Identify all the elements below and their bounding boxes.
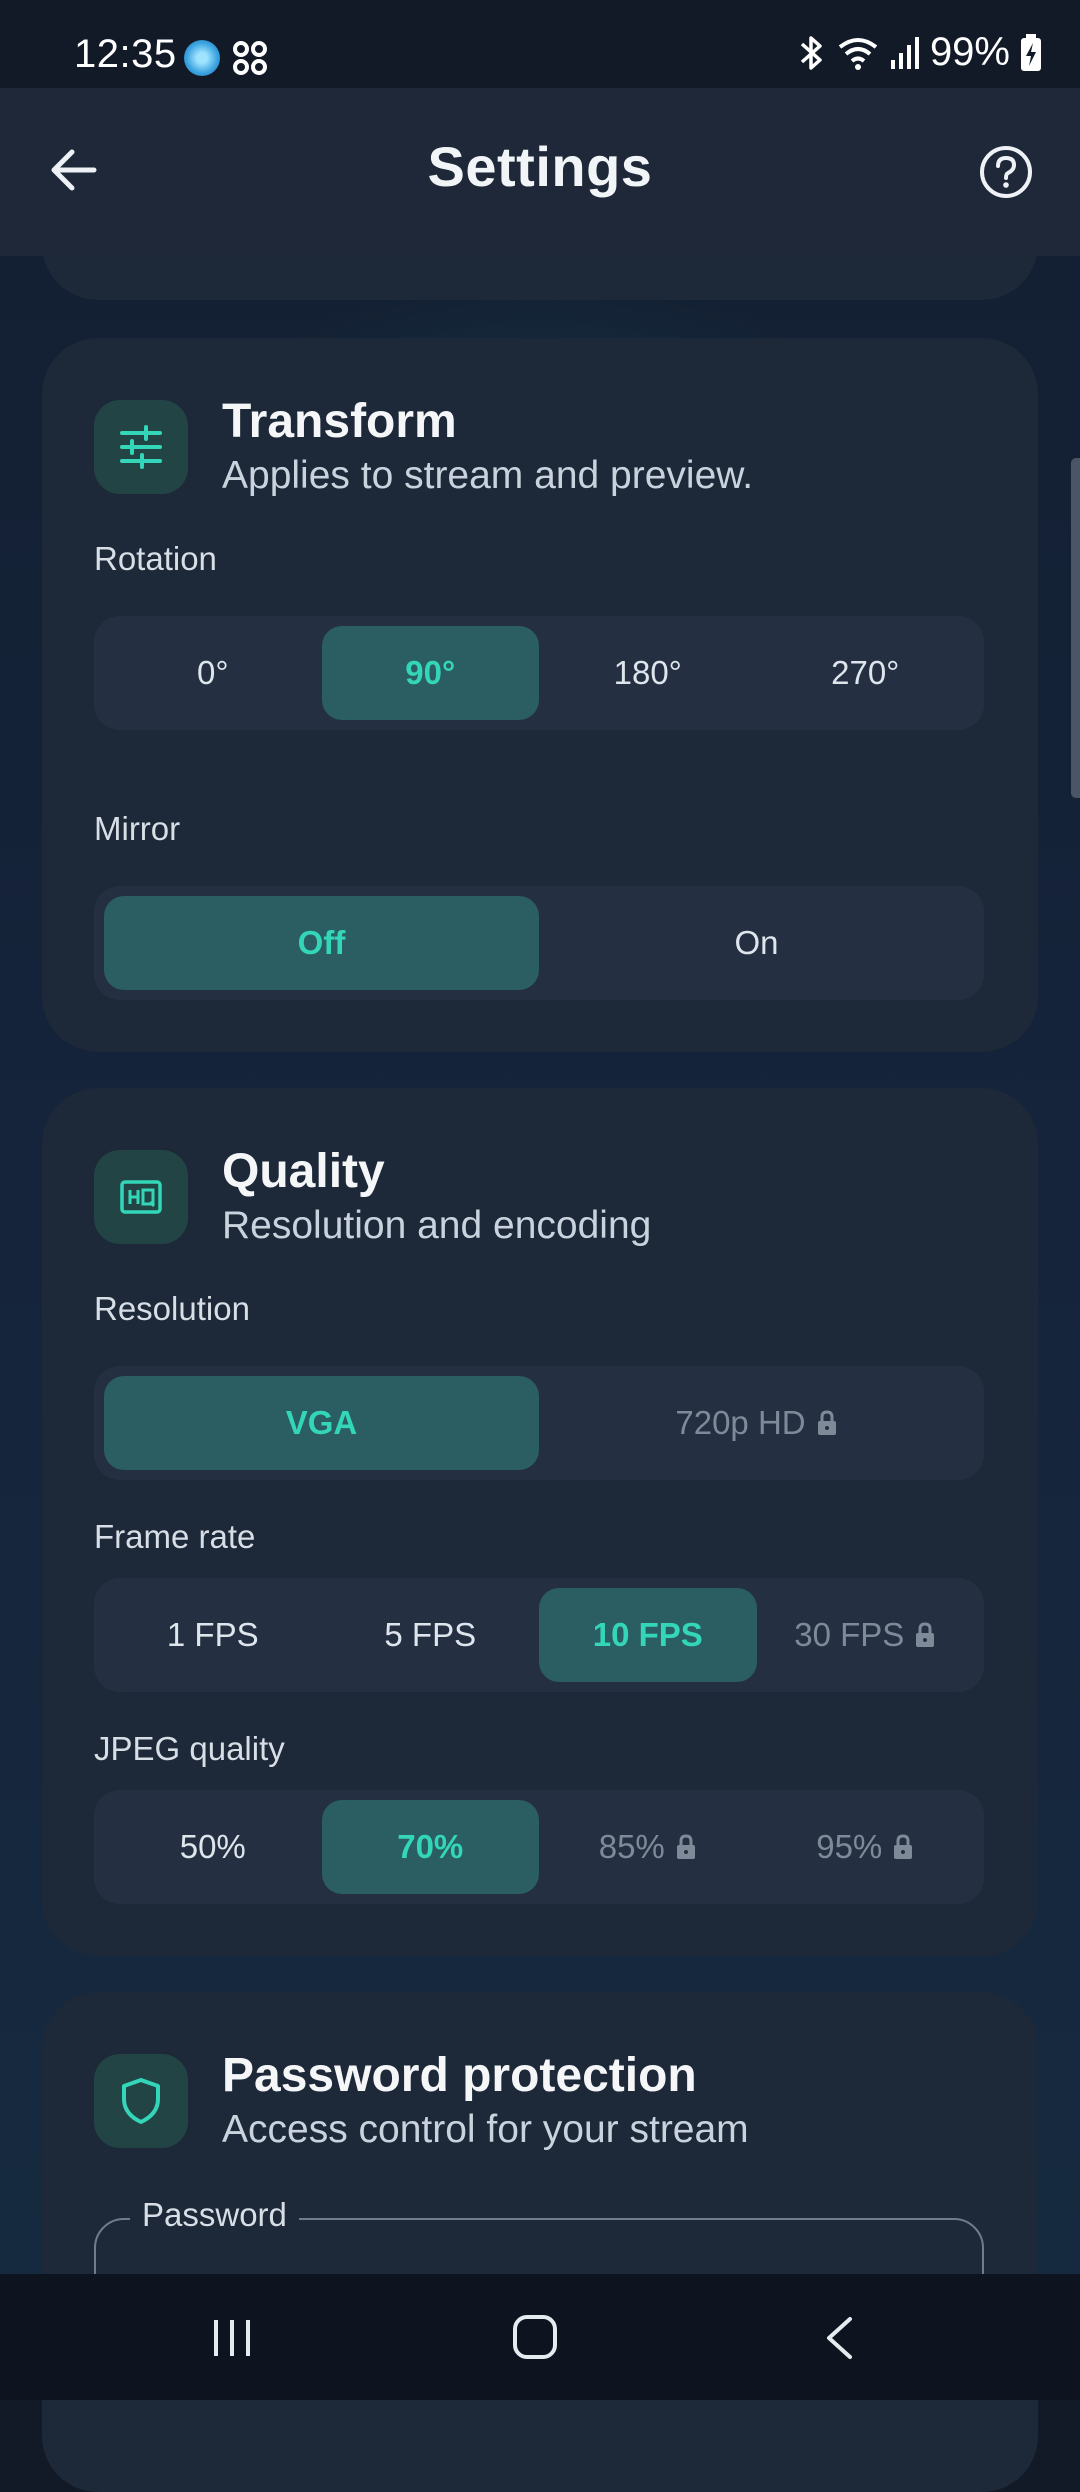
chevron-left-icon [827,2317,852,2359]
resolution-selector: VGA 720p HD [94,1366,984,1480]
rotation-option-90[interactable]: 90° [321,626,539,720]
framerate-selector: 1 FPS 5 FPS 10 FPS 30 FPS [94,1578,984,1692]
jpeg-option-50[interactable]: 50% [104,1800,322,1894]
battery-percent: 99% [929,30,1010,74]
recents-button[interactable] [210,2318,254,2358]
rotation-selector: 0° 90° 180° 270° [94,616,984,730]
framerate-option-30[interactable]: 30 FPS [757,1588,975,1682]
tune-sliders-icon [94,400,188,494]
framerate-option-5[interactable]: 5 FPS [322,1588,540,1682]
scrollbar[interactable] [1071,458,1080,798]
framerate-option-1[interactable]: 1 FPS [104,1588,322,1682]
system-nav-bar [0,2274,1080,2400]
mirror-label: Mirror [94,810,181,847]
page-title: Settings [427,135,653,198]
nav-back-button[interactable] [822,2316,856,2360]
shield-icon [94,2054,188,2148]
option-label: 95% [816,1828,883,1865]
hq-icon [94,1150,188,1244]
mirror-option-off[interactable]: Off [104,896,539,990]
lock-icon [894,1834,913,1859]
card-title: Password protection [222,2049,697,2102]
notification-app-icon [184,40,220,76]
notification-grid-icon [232,40,268,76]
jpeg-quality-selector: 50% 70% 85% 95% [94,1790,984,1904]
card-subtitle: Access control for your stream [222,2108,749,2151]
option-label: 30 FPS [794,1616,905,1653]
lock-icon [817,1410,836,1435]
quality-card: Quality Resolution and encoding Resoluti… [42,1088,1038,1956]
option-label: 720p HD [675,1404,806,1441]
mirror-selector: Off On [94,886,984,1000]
home-icon [513,2315,557,2359]
resolution-label: Resolution [94,1290,250,1327]
card-title: Quality [222,1145,385,1198]
help-button[interactable] [978,144,1034,200]
lock-icon [916,1622,935,1647]
rotation-label: Rotation [94,540,217,577]
resolution-option-720p[interactable]: 720p HD [539,1376,974,1470]
help-circle-icon [980,146,1032,198]
rotation-option-0[interactable]: 0° [104,626,322,720]
mirror-option-on[interactable]: On [539,896,974,990]
lock-icon [676,1834,695,1859]
card-title: Transform [222,395,457,448]
transform-card: Transform Applies to stream and preview.… [42,338,1038,1052]
password-field-label: Password [130,2196,299,2234]
resolution-option-vga[interactable]: VGA [104,1376,539,1470]
recents-icon [214,2320,250,2356]
jpeg-option-70[interactable]: 70% [321,1800,539,1894]
jpeg-quality-label: JPEG quality [94,1730,285,1767]
password-card: Password protection Access control for y… [42,1992,1038,2492]
jpeg-option-85[interactable]: 85% [539,1800,757,1894]
status-time: 12:35 [74,32,177,76]
jpeg-option-95[interactable]: 95% [757,1800,975,1894]
card-subtitle: Applies to stream and preview. [222,454,754,497]
rotation-option-180[interactable]: 180° [539,626,757,720]
framerate-label: Frame rate [94,1518,256,1555]
wifi-icon [838,37,878,70]
framerate-option-10[interactable]: 10 FPS [539,1588,757,1682]
battery-charging-icon [1021,33,1041,71]
rotation-option-270[interactable]: 270° [757,626,975,720]
app-bar: Settings [0,88,1080,256]
home-button[interactable] [512,2314,558,2360]
card-subtitle: Resolution and encoding [222,1204,652,1247]
signal-icon [890,36,919,69]
option-label: 85% [598,1828,665,1865]
bluetooth-icon [800,35,822,70]
status-bar: 12:35 99% [0,0,1080,88]
